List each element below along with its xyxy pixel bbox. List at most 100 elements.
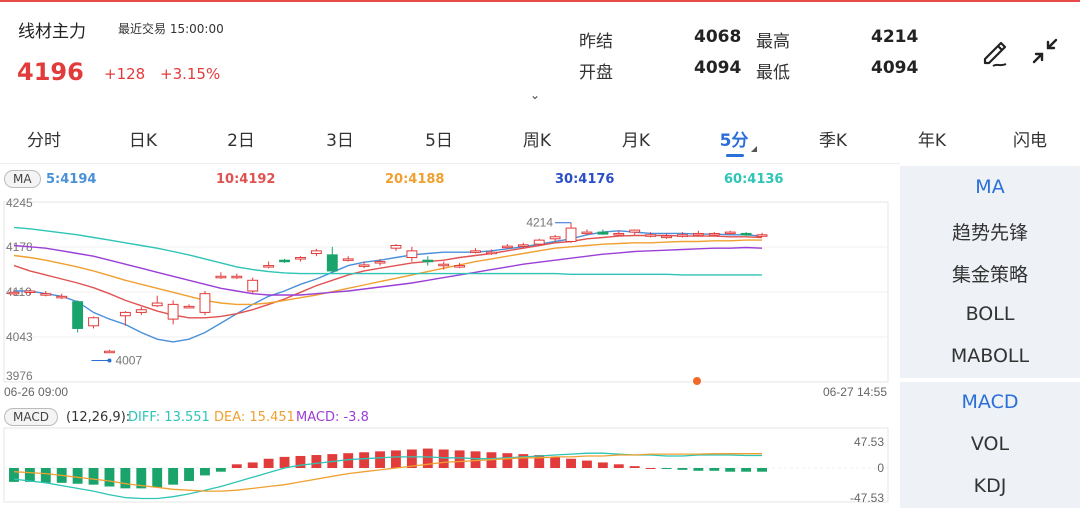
macd-bar — [709, 468, 720, 471]
candle-body — [358, 264, 370, 267]
expand-quote-icon[interactable]: ⌄ — [530, 88, 540, 102]
macd-axis-label: -47.53 — [850, 491, 884, 505]
candle-body — [565, 227, 577, 242]
event-marker-dot — [693, 377, 701, 385]
candle-body — [597, 231, 609, 235]
candle-body — [390, 244, 402, 249]
ma-badge[interactable]: MA — [4, 170, 41, 188]
macd-bar — [566, 458, 576, 468]
macd-bar — [311, 455, 322, 468]
tab-fenshi[interactable]: 分时 — [27, 126, 61, 151]
macd-bar — [184, 468, 194, 481]
indicator-ma[interactable]: MA — [900, 176, 1080, 198]
macd-bar — [231, 464, 242, 468]
candle-body — [295, 257, 306, 260]
last-price: 4196 — [17, 58, 84, 86]
period-dropdown-icon[interactable] — [751, 146, 757, 152]
collapse-icon[interactable] — [1026, 32, 1066, 72]
ma30-value: 30:4176 — [555, 172, 615, 187]
price-change: +128 — [104, 65, 146, 83]
open-value: 4094 — [694, 58, 742, 78]
candle-body — [692, 232, 704, 236]
macd-bar — [502, 453, 513, 468]
candle-body — [279, 259, 290, 263]
macd-bar — [661, 468, 672, 469]
tab-lightning[interactable]: 闪电 — [1013, 126, 1047, 151]
candle-body — [310, 250, 322, 255]
indicator-maboll[interactable]: MABOLL — [900, 345, 1080, 367]
candle-body — [231, 275, 243, 279]
candle-body — [661, 235, 672, 239]
indicator-gold-strategy[interactable]: 集金策略 — [900, 260, 1080, 287]
tab-2-day[interactable]: 2日 — [227, 126, 255, 151]
last-trade-time: 最近交易 15:00:00 — [118, 22, 224, 36]
main-indicator-panel: MA 趋势先锋 集金策略 BOLL MABOLL — [900, 166, 1080, 378]
kline-chart[interactable]: 4245417841104043397606-26 09:0006-27 14:… — [0, 190, 900, 508]
indicator-trend-pioneer[interactable]: 趋势先锋 — [900, 218, 1080, 245]
candle-body — [326, 254, 338, 272]
low-label: 最低 — [756, 63, 790, 83]
candle-body — [135, 309, 147, 313]
high-label: 最高 — [756, 32, 790, 52]
prev-settle-value: 4068 — [694, 27, 742, 47]
ma5-value: 5:4194 — [46, 172, 97, 187]
tab-5-day[interactable]: 5日 — [425, 126, 453, 151]
candle-body — [215, 275, 227, 279]
low-value: 4094 — [871, 58, 919, 78]
time-axis-end: 06-27 14:55 — [823, 385, 887, 399]
tab-quarterly-k[interactable]: 季K — [819, 126, 847, 151]
macd-bar — [757, 468, 767, 472]
indicator-vol[interactable]: VOL — [900, 433, 1080, 455]
macd-bar — [120, 468, 131, 489]
contract-title: 线材主力 — [18, 22, 86, 42]
tab-weekly-k[interactable]: 周K — [523, 126, 551, 151]
high-annotation: 4214 — [526, 216, 553, 230]
macd-bar — [40, 468, 51, 483]
candle-body — [8, 291, 20, 295]
macd-bar — [693, 468, 704, 471]
candle-body — [629, 229, 641, 233]
tab-yearly-k[interactable]: 年K — [918, 126, 946, 151]
period-tabs: 分时 日K 2日 3日 5日 周K 月K 5分 季K 年K 闪电 — [0, 118, 1080, 158]
tab-5-min[interactable]: 5分 — [720, 126, 749, 151]
macd-bar — [263, 458, 274, 468]
prev-settle-label: 昨结 — [579, 32, 613, 52]
indicator-macd[interactable]: MACD — [900, 391, 1080, 413]
macd-bar — [24, 468, 35, 482]
candle-body — [613, 232, 625, 236]
macd-bar — [359, 452, 370, 468]
macd-bar — [725, 468, 736, 472]
candle-body — [677, 234, 688, 237]
indicator-kdj[interactable]: KDJ — [900, 475, 1080, 497]
macd-bar — [88, 468, 99, 485]
candle-body — [724, 231, 736, 235]
candle-body — [104, 350, 115, 354]
indicator-boll[interactable]: BOLL — [900, 303, 1080, 325]
price-axis-label: 4245 — [6, 196, 33, 210]
macd-bar — [741, 468, 752, 472]
tab-monthly-k[interactable]: 月K — [622, 126, 650, 151]
macd-bar — [247, 462, 258, 468]
time-axis-start: 06-26 09:00 — [4, 385, 68, 399]
macd-bar — [279, 456, 290, 468]
macd-bar — [470, 451, 481, 468]
candle-body — [581, 231, 593, 235]
macd-bar — [454, 450, 465, 468]
tab-3-day[interactable]: 3日 — [326, 126, 354, 151]
candle-body — [533, 239, 545, 245]
candle-body — [645, 234, 657, 237]
active-tab-underline — [726, 154, 744, 157]
macd-axis-label: 0 — [877, 461, 884, 475]
candle-body — [119, 311, 131, 317]
open-label: 开盘 — [579, 63, 613, 83]
macd-bar — [200, 468, 210, 476]
candle-body — [342, 258, 354, 261]
candle-body — [88, 317, 99, 327]
draw-icon[interactable] — [976, 32, 1016, 72]
candle-body — [740, 232, 752, 236]
tab-daily-k[interactable]: 日K — [129, 126, 157, 151]
price-axis-label: 3976 — [6, 369, 33, 383]
candle-body — [756, 234, 768, 237]
price-axis-label: 4043 — [6, 330, 33, 344]
macd-bar — [391, 450, 401, 468]
